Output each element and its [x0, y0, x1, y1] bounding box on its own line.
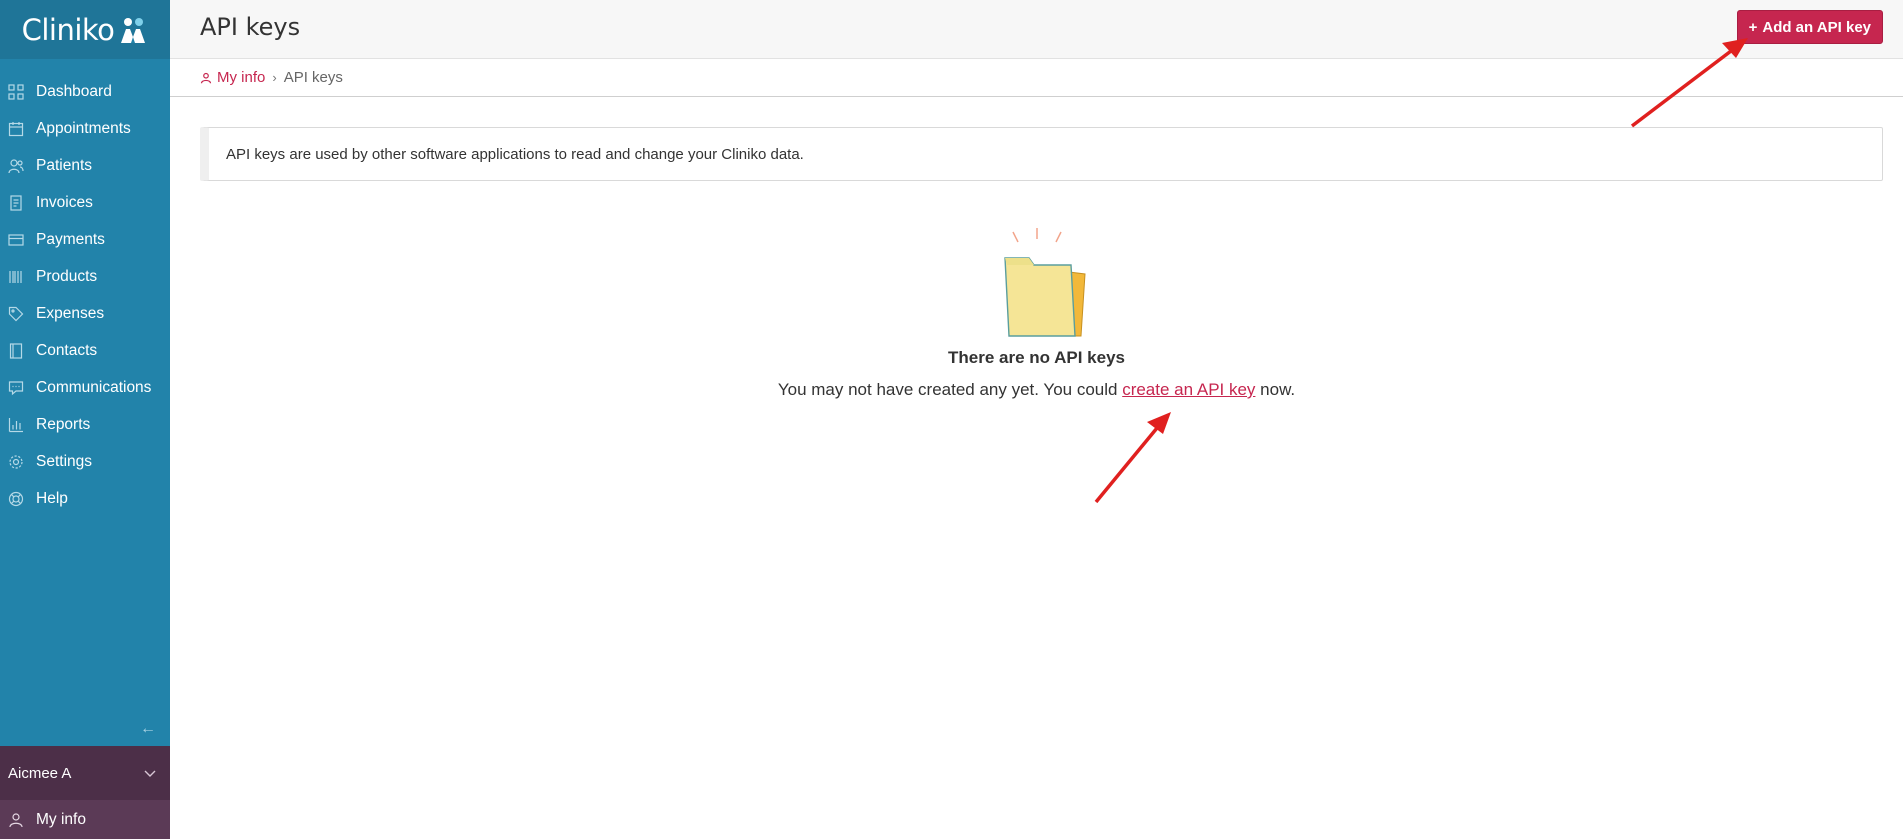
folder-icon	[1003, 228, 1086, 337]
contacts-icon	[8, 342, 24, 359]
sidebar-item-label: My info	[36, 810, 86, 828]
sidebar-item-contacts[interactable]: Contacts	[0, 332, 170, 369]
add-api-key-button[interactable]: + Add an API key	[1736, 10, 1883, 44]
create-api-key-link[interactable]: create an API key	[1122, 380, 1255, 399]
sidebar-item-label: Communications	[36, 378, 152, 396]
sidebar-item-settings[interactable]: Settings	[0, 443, 170, 480]
sidebar-item-label: Payments	[36, 230, 105, 248]
page-header: API keys + Add an API key	[170, 0, 1903, 59]
breadcrumb-current: API keys	[283, 69, 343, 86]
empty-state: There are no API keys You may not have c…	[170, 220, 1903, 400]
chart-icon	[8, 417, 24, 433]
sidebar-item-label: Dashboard	[36, 82, 112, 100]
sidebar-item-payments[interactable]: Payments	[0, 221, 170, 258]
sidebar-nav: Dashboard Appointments Patients Invoices…	[0, 59, 170, 517]
dashboard-icon	[8, 83, 24, 100]
sidebar-item-label: Help	[36, 489, 68, 507]
annotation-arrow-bottom	[1094, 412, 1171, 504]
chat-icon	[8, 380, 24, 396]
user-icon	[200, 72, 212, 83]
empty-folder-illustration	[967, 220, 1107, 340]
invoice-icon	[8, 194, 24, 211]
annotation-arrows	[1094, 38, 1748, 504]
collapse-sidebar-icon[interactable]: ←	[140, 720, 156, 738]
breadcrumb: My info › API keys	[170, 59, 1903, 97]
logo-text: Cliniko	[21, 12, 115, 47]
sidebar-item-dashboard[interactable]: Dashboard	[0, 73, 170, 110]
sidebar-item-appointments[interactable]: Appointments	[0, 110, 170, 147]
sidebar-item-reports[interactable]: Reports	[0, 406, 170, 443]
empty-text-before: You may not have created any yet. You co…	[777, 380, 1123, 399]
breadcrumb-parent-label: My info	[217, 69, 266, 86]
sidebar-item-label: Patients	[36, 156, 93, 174]
sidebar-item-help[interactable]: Help	[0, 480, 170, 517]
sidebar-item-patients[interactable]: Patients	[0, 147, 170, 184]
add-api-key-label: Add an API key	[1762, 18, 1871, 36]
sidebar-item-label: Appointments	[36, 119, 131, 137]
chevron-down-icon	[144, 770, 156, 777]
sidebar-item-label: Settings	[36, 452, 93, 470]
card-icon	[8, 232, 24, 248]
sidebar-item-label: Contacts	[36, 341, 98, 359]
sidebar-item-label: Reports	[36, 415, 91, 433]
tag-icon	[8, 306, 24, 322]
plus-icon: +	[1748, 18, 1758, 36]
barcode-icon	[8, 269, 24, 285]
user-menu[interactable]: Aicmee A	[0, 746, 170, 800]
empty-state-text: You may not have created any yet. You co…	[170, 380, 1903, 400]
user-icon	[9, 812, 23, 827]
logo[interactable]: Cliniko	[0, 0, 170, 59]
sidebar: Cliniko Dashboard Appointments Patients	[0, 0, 170, 839]
patients-icon	[8, 158, 24, 174]
sidebar-item-products[interactable]: Products	[0, 258, 170, 295]
empty-text-after: now.	[1255, 380, 1296, 399]
chevron-right-icon: ›	[272, 70, 277, 85]
sidebar-item-my-info[interactable]: My info	[0, 800, 170, 839]
logo-mark-icon	[121, 17, 146, 43]
lifebuoy-icon	[8, 491, 24, 507]
calendar-icon	[8, 121, 24, 137]
info-box: API keys are used by other software appl…	[200, 127, 1883, 181]
page-title: API keys	[200, 13, 301, 41]
sidebar-item-invoices[interactable]: Invoices	[0, 184, 170, 221]
sidebar-item-label: Invoices	[36, 193, 93, 211]
gear-icon	[8, 454, 24, 470]
sidebar-item-expenses[interactable]: Expenses	[0, 295, 170, 332]
breadcrumb-my-info-link[interactable]: My info	[200, 69, 265, 86]
empty-state-title: There are no API keys	[947, 348, 1125, 367]
info-text: API keys are used by other software appl…	[226, 145, 804, 163]
sidebar-item-label: Expenses	[36, 304, 105, 322]
user-name: Aicmee A	[8, 764, 72, 782]
sidebar-item-communications[interactable]: Communications	[0, 369, 170, 406]
sidebar-item-label: Products	[36, 267, 98, 285]
